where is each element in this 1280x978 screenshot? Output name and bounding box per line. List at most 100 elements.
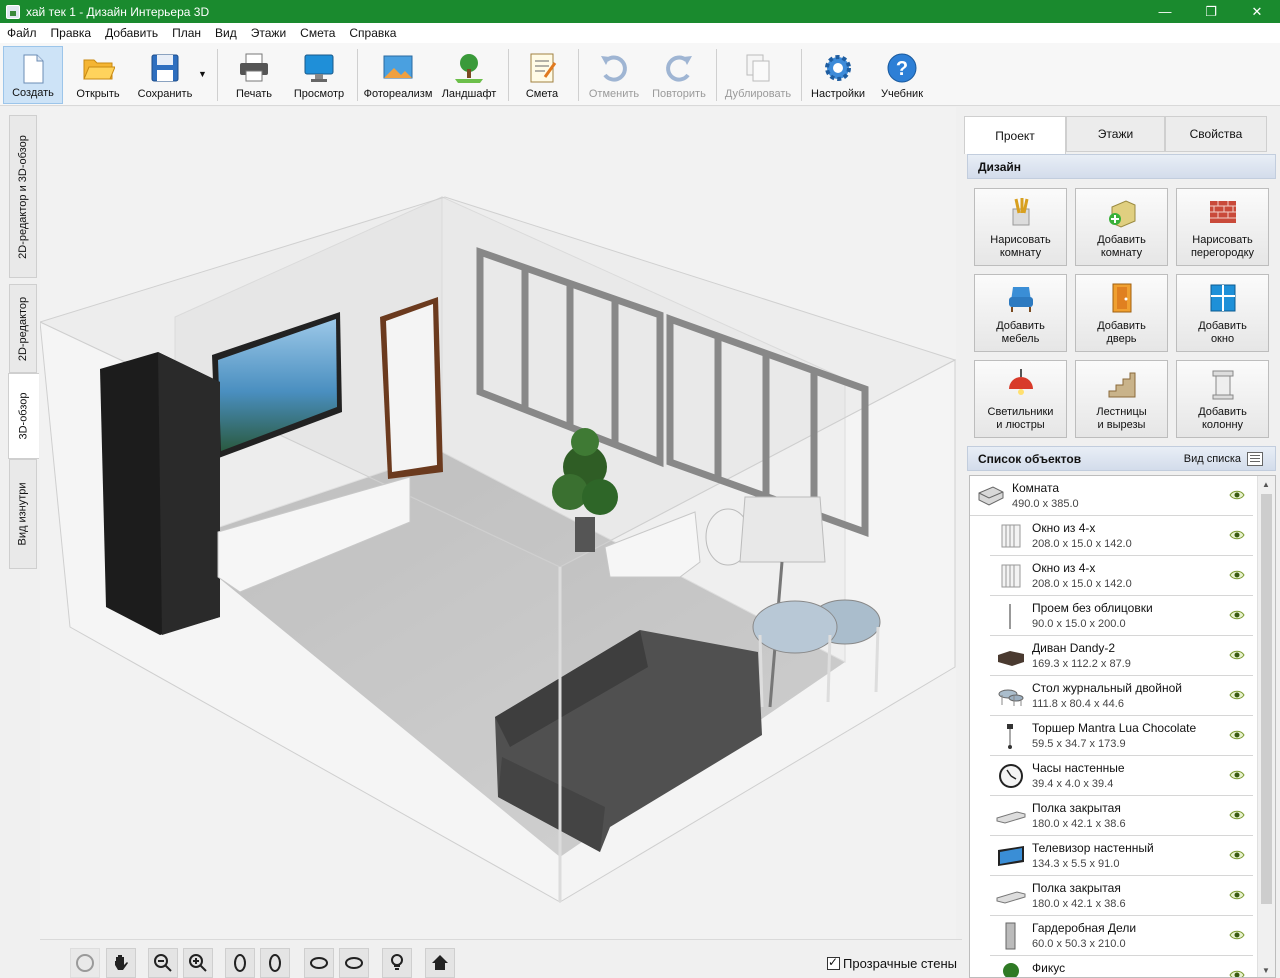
list-item[interactable]: Полка закрытая 180.0 x 42.1 x 38.6 xyxy=(990,796,1253,836)
menu-file[interactable]: Файл xyxy=(0,26,44,40)
photoreal-button[interactable]: Фотореализм xyxy=(362,46,434,104)
printer-icon xyxy=(240,53,268,82)
shelf-icon xyxy=(996,891,1026,904)
add-column-label: Добавить xyxy=(1198,406,1247,418)
tab-2d-and-3d[interactable]: 2D-редактор и 3D-обзор xyxy=(9,115,37,278)
list-item[interactable]: Гардеробная Дели 60.0 x 50.3 x 210.0 xyxy=(990,916,1253,956)
menu-add[interactable]: Добавить xyxy=(98,26,165,40)
tilt-up-button[interactable] xyxy=(225,948,255,978)
item-dims: 180.0 x 42.1 x 38.6 xyxy=(1032,898,1126,910)
visibility-eye-icon[interactable] xyxy=(1229,809,1245,821)
item-dims: 90.0 x 15.0 x 200.0 xyxy=(1032,618,1126,630)
maximize-button[interactable]: ❐ xyxy=(1188,0,1234,23)
navigation-bar: Прозрачные стены xyxy=(40,939,962,978)
add-furniture-button[interactable]: Добавить мебель xyxy=(974,274,1067,352)
open-button[interactable]: Открыть xyxy=(68,46,128,104)
lamp-icon xyxy=(1008,369,1033,395)
add-window-button[interactable]: Добавить окно xyxy=(1176,274,1269,352)
visibility-eye-icon[interactable] xyxy=(1229,729,1245,741)
tab-2d-editor[interactable]: 2D-редактор xyxy=(9,284,37,373)
scroll-thumb[interactable] xyxy=(1261,494,1272,904)
transparent-walls-checkbox[interactable] xyxy=(827,955,840,970)
add-room-button[interactable]: Добавить комнату xyxy=(1075,188,1168,266)
menu-floors[interactable]: Этажи xyxy=(244,26,293,40)
redo-button[interactable]: Повторить xyxy=(648,46,710,104)
tab-project[interactable]: Проект xyxy=(964,116,1066,154)
preview-button[interactable]: Просмотр xyxy=(289,46,349,104)
visibility-eye-icon[interactable] xyxy=(1229,929,1245,941)
tutorial-button[interactable]: ? Учебник xyxy=(873,46,931,104)
zoom-in-button[interactable] xyxy=(183,948,213,978)
item-dims: 39.4 x 4.0 x 39.4 xyxy=(1032,778,1114,790)
rotate-360-button[interactable] xyxy=(70,948,100,978)
tab-floors[interactable]: Этажи xyxy=(1066,116,1165,152)
room-3d-render xyxy=(40,196,956,903)
list-item[interactable]: Окно из 4-х 208.0 x 15.0 x 142.0 xyxy=(990,516,1253,556)
visibility-eye-icon[interactable] xyxy=(1229,569,1245,581)
3d-viewport[interactable] xyxy=(40,107,956,939)
visibility-eye-icon[interactable] xyxy=(1229,689,1245,701)
undo-button[interactable]: Отменить xyxy=(584,46,644,104)
home-view-button[interactable] xyxy=(425,948,455,978)
list-item[interactable]: Комната 490.0 x 385.0 xyxy=(970,476,1253,516)
visibility-eye-icon[interactable] xyxy=(1229,609,1245,621)
monitor-icon xyxy=(304,54,334,82)
settings-button[interactable]: Настройки xyxy=(806,46,870,104)
landscape-button[interactable]: Ландшафт xyxy=(438,46,500,104)
transparent-walls-toggle[interactable]: Прозрачные стены xyxy=(827,955,957,971)
minimize-button[interactable]: — xyxy=(1142,0,1188,23)
list-item[interactable]: Фикус xyxy=(990,956,1253,978)
list-item[interactable]: Окно из 4-х 208.0 x 15.0 x 142.0 xyxy=(990,556,1253,596)
estimate-label: Смета xyxy=(525,88,559,100)
stairs-button[interactable]: Лестницы и вырезы xyxy=(1075,360,1168,438)
item-dims: 180.0 x 42.1 x 38.6 xyxy=(1032,818,1126,830)
menu-view[interactable]: Вид xyxy=(208,26,244,40)
pan-button[interactable] xyxy=(106,948,136,978)
tilt-down-button[interactable] xyxy=(260,948,290,978)
menu-plan[interactable]: План xyxy=(165,26,208,40)
menu-help[interactable]: Справка xyxy=(342,26,403,40)
create-button[interactable]: Создать xyxy=(3,46,63,104)
menu-estimate[interactable]: Смета xyxy=(293,26,342,40)
print-button[interactable]: Печать xyxy=(224,46,284,104)
tab-inside-view[interactable]: Вид изнутри xyxy=(9,459,37,569)
close-button[interactable]: ✕ xyxy=(1234,0,1280,23)
menu-edit[interactable]: Правка xyxy=(44,26,99,40)
estimate-button[interactable]: Смета xyxy=(513,46,571,104)
visibility-eye-icon[interactable] xyxy=(1229,649,1245,661)
tab-3d-view[interactable]: 3D-обзор xyxy=(8,373,39,459)
scroll-up-arrow[interactable]: ▲ xyxy=(1262,480,1270,489)
list-item[interactable]: Полка закрытая 180.0 x 42.1 x 38.6 xyxy=(990,876,1253,916)
visibility-eye-icon[interactable] xyxy=(1229,969,1245,978)
object-list-title: Список объектов xyxy=(978,451,1082,466)
redo-icon xyxy=(666,55,692,82)
zoom-out-button[interactable] xyxy=(148,948,178,978)
add-column-button[interactable]: Добавить колонну xyxy=(1176,360,1269,438)
visibility-eye-icon[interactable] xyxy=(1229,489,1245,501)
visibility-eye-icon[interactable] xyxy=(1229,769,1245,781)
list-item[interactable]: Диван Dandy-2 169.3 x 112.2 x 87.9 xyxy=(990,636,1253,676)
draw-partition-label: Нарисовать xyxy=(1192,234,1253,246)
list-item[interactable]: Стол журнальный двойной 111.8 x 80.4 x 4… xyxy=(990,676,1253,716)
tab-properties[interactable]: Свойства xyxy=(1165,116,1267,152)
visibility-eye-icon[interactable] xyxy=(1229,889,1245,901)
lights-button[interactable]: Светильники и люстры xyxy=(974,360,1067,438)
list-item[interactable]: Торшер Mantra Lua Chocolate 59.5 x 34.7 … xyxy=(990,716,1253,756)
add-door-button[interactable]: Добавить дверь xyxy=(1075,274,1168,352)
list-view-toggle[interactable]: Вид списка xyxy=(1184,452,1263,466)
list-item[interactable]: Проем без облицовки 90.0 x 15.0 x 200.0 xyxy=(990,596,1253,636)
list-item[interactable]: Часы настенные 39.4 x 4.0 x 39.4 xyxy=(990,756,1253,796)
lighting-button[interactable] xyxy=(382,948,412,978)
object-list-scrollbar[interactable]: ▲ ▼ xyxy=(1257,476,1275,977)
visibility-eye-icon[interactable] xyxy=(1229,849,1245,861)
draw-room-button[interactable]: Нарисовать комнату xyxy=(974,188,1067,266)
rotate-left-button[interactable] xyxy=(304,948,334,978)
save-button[interactable]: Сохранить xyxy=(133,46,197,104)
rotate-right-button[interactable] xyxy=(339,948,369,978)
draw-partition-button[interactable]: Нарисовать перегородку xyxy=(1176,188,1269,266)
scroll-down-arrow[interactable]: ▼ xyxy=(1262,966,1270,975)
list-item[interactable]: Телевизор настенный 134.3 x 5.5 x 91.0 xyxy=(990,836,1253,876)
save-dropdown-arrow[interactable]: ▼ xyxy=(198,69,207,79)
visibility-eye-icon[interactable] xyxy=(1229,529,1245,541)
duplicate-button[interactable]: Дублировать xyxy=(721,46,795,104)
